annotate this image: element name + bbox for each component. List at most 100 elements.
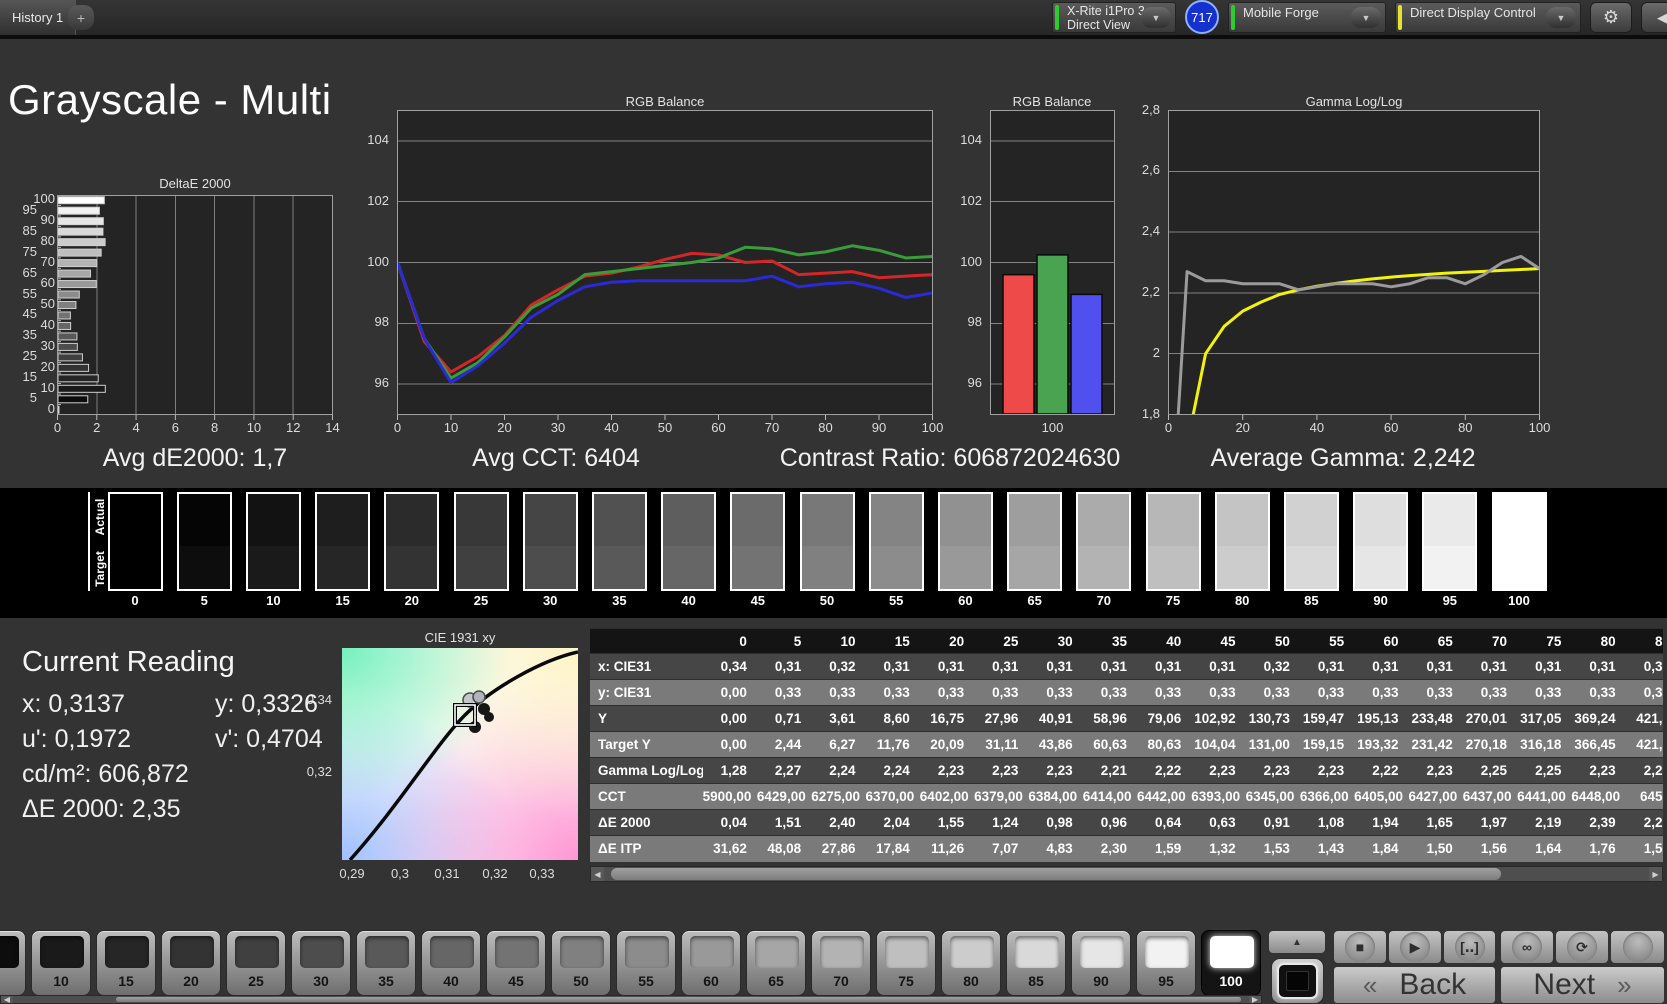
table-cell: 0,33 bbox=[865, 679, 920, 706]
add-tab-button[interactable]: + bbox=[68, 5, 94, 30]
gray-swatch-60 bbox=[937, 492, 993, 591]
chevron-down-icon[interactable]: ▼ bbox=[1141, 7, 1171, 28]
rgb-line-chart-y-tick: 100 bbox=[367, 253, 389, 269]
level-swatch bbox=[365, 936, 409, 968]
table-cell: 2,44 bbox=[756, 731, 812, 758]
gray-swatch-75 bbox=[1145, 492, 1201, 591]
level-button-60[interactable]: 60 bbox=[681, 930, 741, 996]
level-button-75[interactable]: 75 bbox=[876, 930, 936, 996]
table-cell: 31,62 bbox=[702, 835, 757, 862]
double-chevron-right-icon: » bbox=[1617, 969, 1632, 1000]
workflow-dropdown[interactable]: Direct Display Control ▼ bbox=[1395, 2, 1581, 33]
table-column-header: 70 bbox=[1462, 628, 1518, 654]
table-cell: 2,25 bbox=[1517, 757, 1572, 784]
scroll-left-arrow[interactable]: ◀ bbox=[1, 995, 13, 1004]
refresh-button[interactable]: ⟳ bbox=[1555, 930, 1609, 964]
level-button-10[interactable]: 10 bbox=[31, 930, 91, 996]
range-button[interactable]: [‥] bbox=[1443, 930, 1496, 964]
table-column-header bbox=[590, 628, 703, 654]
meter-dropdown[interactable]: X-Rite i1Pro 3 Direct View ▼ bbox=[1052, 2, 1176, 33]
level-button-90[interactable]: 90 bbox=[1071, 930, 1131, 996]
table-scrollbar-thumb[interactable] bbox=[611, 868, 1501, 880]
play-button[interactable]: ▶ bbox=[1388, 930, 1442, 964]
level-button-20[interactable]: 20 bbox=[161, 930, 221, 996]
table-cell: 270,01 bbox=[1462, 705, 1518, 732]
collapse-panel-button[interactable]: ◀ bbox=[1641, 2, 1667, 33]
workflow-label: Direct Display Control bbox=[1410, 5, 1536, 20]
table-cell: 421,0 bbox=[1625, 731, 1663, 758]
level-button-50[interactable]: 50 bbox=[551, 930, 611, 996]
table-scrollbar[interactable]: ◀ ▶ bbox=[590, 866, 1663, 882]
table-cell: 6414,00 bbox=[1082, 783, 1137, 810]
level-button-label: 85 bbox=[1028, 973, 1044, 989]
stop-button[interactable]: ■ bbox=[1333, 930, 1387, 964]
table-cell: 1,76 bbox=[1571, 835, 1626, 862]
chevron-down-icon[interactable]: ▼ bbox=[1546, 7, 1576, 28]
level-button-25[interactable]: 25 bbox=[226, 930, 286, 996]
table-cell: 2,23 bbox=[1408, 757, 1463, 784]
actual-swatch bbox=[1147, 494, 1199, 547]
level-button-45[interactable]: 45 bbox=[486, 930, 546, 996]
level-button-85[interactable]: 85 bbox=[1006, 930, 1066, 996]
rgb-bar-y-tick: 102 bbox=[960, 192, 982, 208]
gray-swatch-5 bbox=[176, 492, 232, 591]
scroll-left-arrow[interactable]: ◀ bbox=[591, 867, 604, 881]
next-button[interactable]: Next » bbox=[1500, 966, 1665, 1004]
gamma-chart-x-tick: 0 bbox=[1164, 420, 1173, 435]
level-button-80[interactable]: 80 bbox=[941, 930, 1001, 996]
chevron-down-icon[interactable]: ▼ bbox=[1351, 7, 1381, 28]
table-cell: 6345,00 bbox=[1245, 783, 1300, 810]
actual-swatch bbox=[663, 494, 715, 547]
table-cell: 1,64 bbox=[1517, 835, 1572, 862]
level-button-65[interactable]: 65 bbox=[746, 930, 806, 996]
level-swatch bbox=[560, 936, 604, 968]
source-dropdown[interactable]: Mobile Forge ▼ bbox=[1228, 2, 1386, 33]
actual-swatch bbox=[1078, 494, 1130, 547]
level-button-label: 35 bbox=[378, 973, 394, 989]
deltae-bar bbox=[57, 248, 102, 257]
back-button[interactable]: « Back bbox=[1333, 966, 1496, 1004]
level-button-15[interactable]: 15 bbox=[96, 930, 156, 996]
table-cell: 48,08 bbox=[756, 835, 812, 862]
actual-swatch bbox=[593, 494, 645, 547]
level-button-35[interactable]: 35 bbox=[356, 930, 416, 996]
level-button-label: 95 bbox=[1158, 973, 1174, 989]
gear-icon: ⚙ bbox=[1602, 7, 1620, 27]
level-button-70[interactable]: 70 bbox=[811, 930, 871, 996]
blank-button[interactable] bbox=[1610, 930, 1665, 964]
settings-button[interactable]: ⚙ bbox=[1590, 2, 1632, 33]
panel-up-button[interactable]: ▲ bbox=[1268, 930, 1326, 954]
back-button-label: Back bbox=[1399, 968, 1467, 1001]
rgb-line-chart-x-tick: 20 bbox=[497, 420, 512, 435]
table-cell: 0,33 bbox=[1299, 679, 1355, 706]
table-cell: 270,18 bbox=[1462, 731, 1518, 758]
level-button-40[interactable]: 40 bbox=[421, 930, 481, 996]
history-tab[interactable]: History 1 bbox=[0, 0, 77, 35]
swatch-level-label: 80 bbox=[1234, 593, 1250, 608]
level-button-30[interactable]: 30 bbox=[291, 930, 351, 996]
bottom-scrollbar-thumb[interactable] bbox=[116, 997, 1241, 1002]
level-button-label: 50 bbox=[573, 973, 589, 989]
loop-button[interactable]: ∞ bbox=[1500, 930, 1554, 964]
scroll-right-arrow[interactable]: ▶ bbox=[1249, 995, 1261, 1004]
level-button-55[interactable]: 55 bbox=[616, 930, 676, 996]
table-column-header: 60 bbox=[1354, 628, 1409, 654]
pattern-window-button[interactable] bbox=[1271, 958, 1324, 1004]
level-button-100[interactable]: 100 bbox=[1201, 930, 1261, 996]
swatch-level-label: 50 bbox=[819, 593, 835, 608]
bottom-scrollbar[interactable]: ◀ ▶ bbox=[0, 995, 1262, 1004]
level-button-label: 10 bbox=[53, 973, 69, 989]
current-reading-heading: Current Reading bbox=[22, 646, 235, 678]
table-column-header: 5 bbox=[756, 628, 812, 654]
level-button-5[interactable]: 5 bbox=[0, 930, 26, 996]
table-cell: 2,24 bbox=[811, 757, 866, 784]
scroll-right-arrow[interactable]: ▶ bbox=[1649, 867, 1662, 881]
level-button-label: 90 bbox=[1093, 973, 1109, 989]
gray-swatch-15 bbox=[315, 492, 371, 591]
table-cell: 0,31 bbox=[1408, 653, 1463, 680]
gray-swatch-25 bbox=[453, 492, 509, 591]
table-cell: 1,43 bbox=[1299, 835, 1355, 862]
deltae-y-tick: 100 bbox=[33, 191, 55, 207]
table-cell: 195,13 bbox=[1354, 705, 1409, 732]
level-button-95[interactable]: 95 bbox=[1136, 930, 1196, 996]
